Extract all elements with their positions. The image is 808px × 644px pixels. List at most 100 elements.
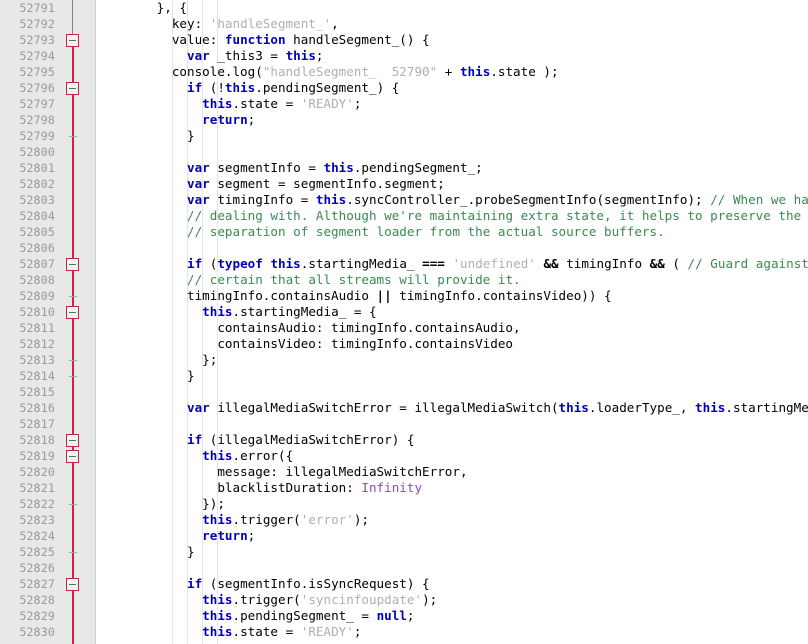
code-line[interactable]: containsVideo: timingInfo.containsVideo xyxy=(96,336,808,352)
code-line[interactable]: // dealing with. Although we're maintain… xyxy=(96,208,808,224)
code-token-pl: .trigger( xyxy=(232,512,301,527)
code-line[interactable] xyxy=(96,384,808,400)
fold-region-end-icon[interactable] xyxy=(69,136,77,137)
line-number: 52791 xyxy=(19,1,55,15)
code-token-pl: timingInfo.containsVideo)) { xyxy=(391,288,612,303)
code-content-area[interactable]: }, { key: 'handleSegment_', value: funct… xyxy=(96,0,808,644)
code-folding-column[interactable] xyxy=(58,0,96,644)
code-token-kw: if xyxy=(187,256,203,271)
line-number: 52824 xyxy=(19,529,55,543)
code-token-kw: return xyxy=(202,112,248,127)
code-token-cmt: // separation of segment loader from the… xyxy=(187,224,665,239)
code-editor[interactable]: 52791 52792 52793 52794 52795 52796 52797 52798… xyxy=(0,0,808,644)
code-line[interactable]: } xyxy=(96,128,808,144)
fold-collapse-icon[interactable] xyxy=(66,34,79,47)
code-token-pl: ; xyxy=(353,96,362,111)
code-token-str: 'undefined' xyxy=(452,256,536,271)
code-line[interactable]: this.startingMedia_ = { xyxy=(96,304,808,320)
code-line[interactable]: } xyxy=(96,368,808,384)
code-token-kw: this xyxy=(285,48,316,63)
code-token-opb: && xyxy=(543,256,559,271)
code-token-kw: this xyxy=(459,64,491,79)
line-number: 52802 xyxy=(19,177,55,191)
code-token-pl: .state = xyxy=(232,624,301,639)
code-line[interactable]: var illegalMediaSwitchError = illegalMed… xyxy=(96,400,808,416)
code-line[interactable]: // certain that all streams will provide… xyxy=(96,272,808,288)
code-line[interactable] xyxy=(96,144,808,160)
code-line[interactable]: this.state = 'READY'; xyxy=(96,624,808,640)
code-line[interactable]: key: 'handleSegment_', xyxy=(96,16,808,32)
code-token-kw: this xyxy=(202,592,233,607)
code-token-str: "handleSegment_ 52790" xyxy=(262,64,438,79)
code-line[interactable]: if (illegalMediaSwitchError) { xyxy=(96,432,808,448)
fold-collapse-icon[interactable] xyxy=(66,258,79,271)
fold-collapse-icon[interactable] xyxy=(66,450,79,463)
editor-gutter[interactable]: 52791 52792 52793 52794 52795 52796 52797 52798… xyxy=(0,0,96,644)
fold-collapse-icon[interactable] xyxy=(66,82,79,95)
line-number: 52826 xyxy=(19,561,55,575)
code-line[interactable]: if (segmentInfo.isSyncRequest) { xyxy=(96,576,808,592)
fold-collapse-icon[interactable] xyxy=(66,306,79,319)
code-line[interactable]: this.error({ xyxy=(96,448,808,464)
code-line[interactable]: this.trigger('syncinfoupdate'); xyxy=(96,592,808,608)
code-line[interactable]: }); xyxy=(96,496,808,512)
code-line[interactable]: console.log("handleSegment_ 52790" + thi… xyxy=(96,64,808,80)
code-token-pl: , xyxy=(331,16,339,31)
code-line[interactable]: var segment = segmentInfo.segment; xyxy=(96,176,808,192)
line-number: 52828 xyxy=(19,593,55,607)
code-line[interactable]: message: illegalMediaSwitchError, xyxy=(96,464,808,480)
code-line[interactable]: var timingInfo = this.syncController_.pr… xyxy=(96,192,808,208)
code-token-pl: ; xyxy=(247,528,256,543)
code-token-kw: if xyxy=(187,432,203,447)
code-line[interactable]: this.pendingSegment_ = null; xyxy=(96,608,808,624)
code-line[interactable]: // separation of segment loader from the… xyxy=(96,224,808,240)
code-line[interactable]: } xyxy=(96,544,808,560)
code-token-pl: illegalMediaSwitchError = illegalMediaSw… xyxy=(209,400,559,415)
code-token-pl: timingInfo xyxy=(558,256,650,271)
code-line[interactable]: this.state = 'READY'; xyxy=(96,96,808,112)
fold-region-end-icon[interactable] xyxy=(69,552,77,553)
code-token-kw: this xyxy=(315,192,347,207)
code-token-kw: var xyxy=(187,160,210,175)
code-token-kw: if xyxy=(187,80,203,95)
fold-region-end-icon[interactable] xyxy=(69,360,77,361)
code-line[interactable]: if (typeof this.startingMedia_ === 'unde… xyxy=(96,256,808,272)
code-line[interactable] xyxy=(96,416,808,432)
fold-collapse-icon[interactable] xyxy=(66,434,79,447)
line-number: 52815 xyxy=(19,385,55,399)
code-line[interactable]: value: function handleSegment_() { xyxy=(96,32,808,48)
code-token-pl: }); xyxy=(96,496,225,511)
code-token-pl: timingInfo.containsAudio xyxy=(96,288,377,303)
code-token-pl: segment = segmentInfo.segment; xyxy=(209,176,445,191)
code-line[interactable]: return; xyxy=(96,112,808,128)
fold-collapse-icon[interactable] xyxy=(66,578,79,591)
code-line[interactable]: var segmentInfo = this.pendingSegment_; xyxy=(96,160,808,176)
code-text[interactable]: }, { key: 'handleSegment_', value: funct… xyxy=(96,0,808,640)
code-line[interactable]: if (!this.pendingSegment_) { xyxy=(96,80,808,96)
fold-region-end-icon[interactable] xyxy=(69,504,77,505)
line-number: 52793 xyxy=(19,33,55,47)
code-line[interactable] xyxy=(96,560,808,576)
fold-region-end-icon[interactable] xyxy=(69,376,77,377)
code-token-kw: null xyxy=(376,608,407,623)
code-line[interactable]: }, { xyxy=(96,0,808,16)
fold-region-end-icon[interactable] xyxy=(69,296,77,297)
code-token-kw: var xyxy=(187,48,210,63)
code-line[interactable]: }; xyxy=(96,352,808,368)
code-line[interactable]: timingInfo.containsAudio || timingInfo.c… xyxy=(96,288,808,304)
code-line[interactable]: var _this3 = this; xyxy=(96,48,808,64)
code-line[interactable] xyxy=(96,240,808,256)
code-line[interactable]: blacklistDuration: Infinity xyxy=(96,480,808,496)
code-line[interactable]: this.trigger('error'); xyxy=(96,512,808,528)
code-line[interactable]: containsAudio: timingInfo.containsAudio, xyxy=(96,320,808,336)
line-number: 52822 xyxy=(19,497,55,511)
line-number: 52810 xyxy=(19,305,55,319)
code-line[interactable]: return; xyxy=(96,528,808,544)
